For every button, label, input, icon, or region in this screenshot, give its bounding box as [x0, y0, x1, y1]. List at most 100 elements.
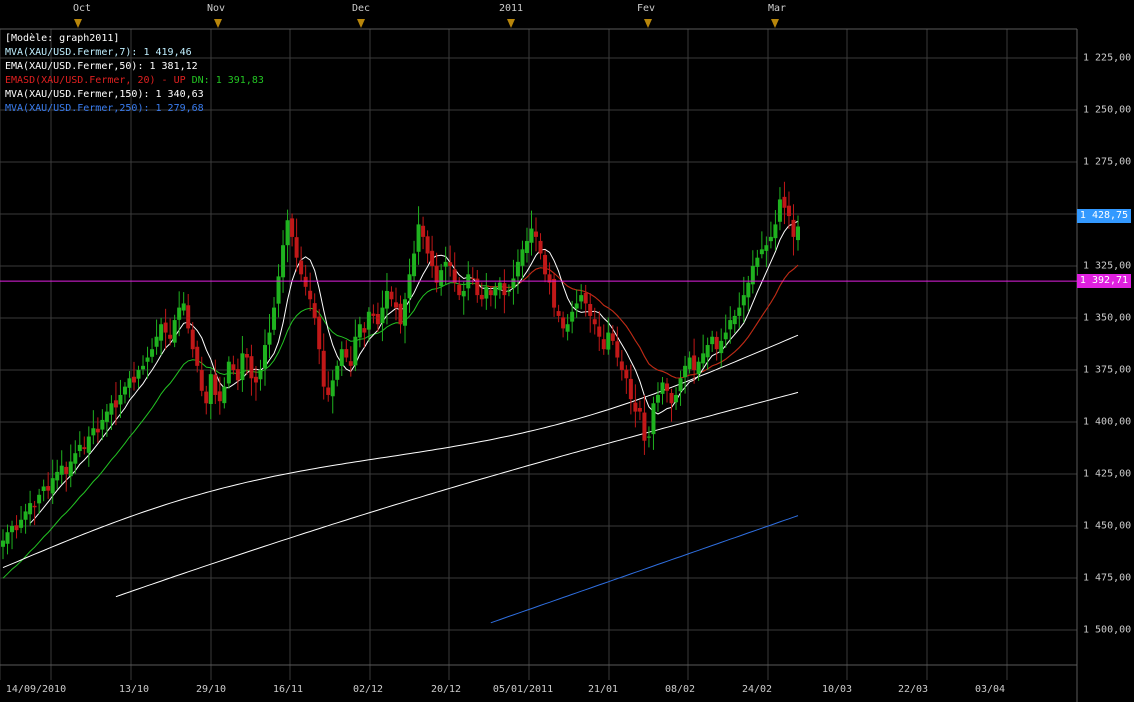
- candle-body: [77, 444, 82, 452]
- candle-body: [669, 392, 674, 404]
- candle-body: [737, 307, 742, 316]
- candle-body: [651, 403, 656, 435]
- candle-body: [470, 278, 475, 280]
- candle-body: [574, 303, 579, 309]
- candle-body: [281, 245, 286, 278]
- candle-body: [479, 294, 484, 300]
- legend-model: [Modèle: graph2011]: [5, 33, 120, 44]
- candle-body: [353, 336, 358, 366]
- candle-body: [497, 282, 502, 291]
- candle-body: [41, 486, 46, 492]
- x-tick-label: 29/10: [195, 684, 227, 695]
- candle-body: [100, 419, 105, 430]
- candle-body: [50, 478, 55, 494]
- candle-body: [19, 519, 24, 528]
- y-tick-label: 1 250,00: [1083, 104, 1132, 116]
- candle-body: [674, 394, 679, 403]
- candle-body: [416, 224, 421, 252]
- candle-body: [403, 299, 408, 326]
- candle-body: [732, 315, 737, 325]
- candle-body: [393, 302, 398, 308]
- candle-body: [204, 391, 209, 404]
- candle-body: [226, 361, 231, 384]
- candle-body: [294, 237, 299, 258]
- x-tick-label: 03/04: [974, 684, 1006, 695]
- candle-body: [773, 224, 778, 239]
- candle-body: [515, 261, 520, 277]
- candle-body: [520, 249, 525, 266]
- candle-body: [73, 453, 78, 464]
- last-price-label: 1 428,75: [1077, 209, 1131, 223]
- candle-body: [755, 257, 760, 267]
- candle-body: [235, 369, 240, 381]
- indicator-legend: [Modèle: graph2011] MVA(XAU/USD.Fermer,7…: [5, 32, 264, 116]
- legend-mva150: MVA(XAU/USD.Fermer,150): 1 340,63: [5, 89, 204, 100]
- candle-body: [253, 376, 258, 383]
- candle-body: [430, 250, 435, 266]
- candle-body: [109, 403, 114, 415]
- candle-body: [529, 228, 534, 243]
- candle-body: [348, 361, 353, 366]
- x-tick-label: 14/09/2010: [5, 684, 67, 695]
- candle-body: [64, 466, 69, 474]
- candle-body: [796, 226, 800, 241]
- month-label-dec: Dec: [351, 3, 371, 14]
- candle-body: [199, 369, 204, 391]
- candle-body: [312, 303, 317, 318]
- candle-body: [55, 471, 60, 481]
- candle-body: [321, 350, 326, 387]
- candle-body: [258, 370, 263, 380]
- candle-body: [389, 291, 394, 300]
- candle-body: [308, 290, 313, 300]
- y-tick-label: 1 375,00: [1083, 364, 1132, 376]
- x-tick-label: 02/12: [352, 684, 384, 695]
- candle-body: [687, 357, 692, 370]
- candle-body: [782, 196, 787, 208]
- candle-body: [276, 276, 281, 304]
- candle-body: [583, 292, 588, 304]
- candle-body: [448, 262, 453, 266]
- candle-body: [28, 503, 33, 515]
- candle-body: [561, 317, 566, 329]
- candle-body: [764, 245, 769, 251]
- y-tick-label: 1 450,00: [1083, 520, 1132, 532]
- candle-body: [628, 378, 633, 400]
- x-tick-label: 24/02: [741, 684, 773, 695]
- month-label-oct: Oct: [72, 3, 92, 14]
- candle-body: [208, 374, 213, 404]
- candle-body: [678, 378, 683, 392]
- candle-body: [299, 260, 304, 275]
- candle-body: [705, 345, 710, 358]
- candle-body: [484, 286, 489, 299]
- candle-body: [145, 357, 150, 362]
- candle-body: [10, 526, 15, 533]
- candle-body: [177, 307, 182, 320]
- candle-body: [777, 199, 782, 222]
- candle-body: [213, 374, 218, 395]
- candle-body: [746, 282, 751, 298]
- candle-body: [344, 349, 349, 358]
- candle-body: [665, 383, 670, 391]
- candle-body: [285, 220, 290, 246]
- legend-ema50: EMA(XAU/USD.Fermer,50): 1 381,12: [5, 61, 198, 72]
- candle-body: [136, 370, 141, 379]
- candle-body: [719, 340, 724, 354]
- x-tick-label: 20/12: [430, 684, 462, 695]
- candle-body: [434, 265, 439, 283]
- y-tick-label: 1 400,00: [1083, 416, 1132, 428]
- candle-body: [741, 295, 746, 306]
- y-tick-label: 1 425,00: [1083, 468, 1132, 480]
- month-label-fev: Fev: [636, 3, 656, 14]
- candle-body: [86, 436, 91, 453]
- candle-body: [172, 320, 177, 343]
- candle-body: [240, 353, 245, 381]
- candle-body: [186, 305, 191, 329]
- candle-body: [570, 311, 575, 322]
- candle-body: [195, 346, 200, 366]
- candle-body: [14, 525, 19, 531]
- candle-body: [597, 326, 602, 337]
- candle-body: [610, 333, 615, 341]
- candle-body: [357, 324, 362, 338]
- candle-body: [538, 240, 543, 254]
- x-tick-label: 21/01: [587, 684, 619, 695]
